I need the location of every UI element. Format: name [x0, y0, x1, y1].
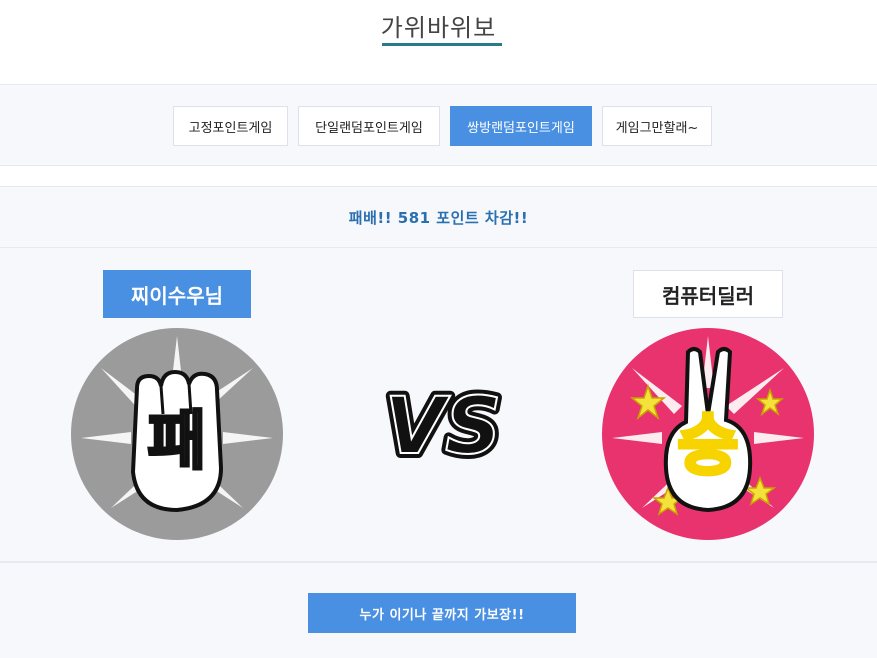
header: 가위바위보: [0, 0, 877, 84]
tab-quit-game[interactable]: 게임그만할래~: [602, 106, 712, 146]
tab-fixed-point-game[interactable]: 고정포인트게임: [173, 106, 288, 146]
result-panel: 패배!! 581 포인트 차감!!: [0, 186, 877, 248]
player-name-badge: 찌이수우님: [103, 270, 251, 318]
versus-logo: VS VS: [380, 383, 507, 473]
tab-single-random-point-game[interactable]: 단일랜덤포인트게임: [298, 106, 440, 146]
title-underline: [382, 43, 502, 46]
tab-mutual-random-point-game[interactable]: 쌍방랜덤포인트게임: [450, 106, 592, 146]
result-message: 패배!! 581 포인트 차감!!: [348, 209, 529, 227]
play-again-button[interactable]: 누가 이기나 끝까지 가보장!!: [308, 593, 576, 633]
player-rock-hand-icon: 패: [71, 328, 283, 540]
dealer-name-badge: 컴퓨터딜러: [633, 270, 783, 318]
vs-text: VS: [385, 383, 502, 472]
player-outcome-label: 패: [148, 405, 207, 479]
page-title: 가위바위보: [380, 14, 497, 42]
game-mode-tabs: 고정포인트게임 단일랜덤포인트게임 쌍방랜덤포인트게임 게임그만할래~: [0, 84, 877, 166]
bottom-panel: 누가 이기나 끝까지 가보장!!: [0, 562, 877, 658]
dealer-outcome-label: 승: [678, 407, 739, 484]
arena: 찌이수우님 컴퓨터딜러 패 VS VS 승: [0, 248, 877, 562]
dealer-scissors-hand-icon: 승: [602, 328, 814, 540]
